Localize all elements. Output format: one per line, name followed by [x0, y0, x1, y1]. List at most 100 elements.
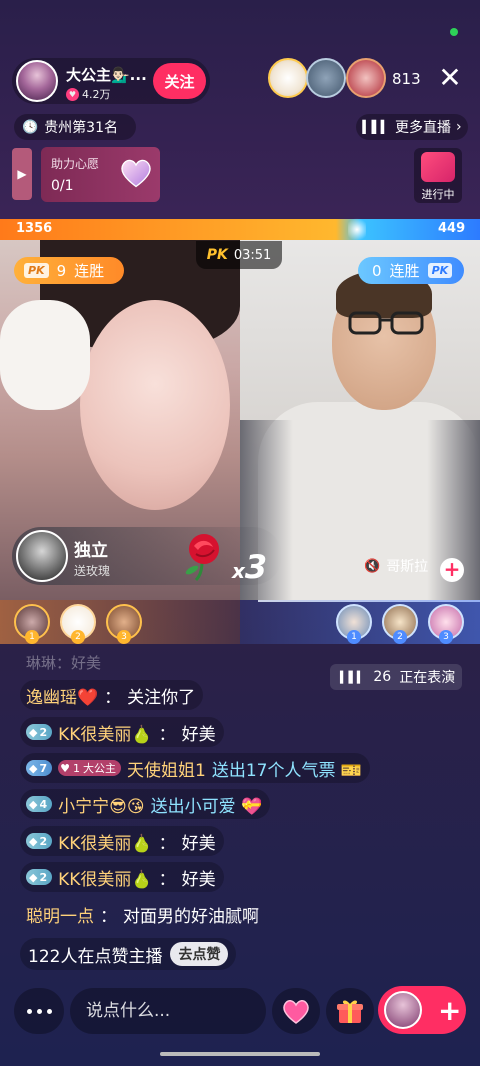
level-badge: ◆ 2	[26, 724, 53, 740]
performing-pill[interactable]: ▍▌▍ 26 正在表演	[330, 664, 462, 690]
rank-label: 贵州第31名	[44, 120, 119, 136]
viewer-avatar-3[interactable]	[346, 58, 386, 98]
chat-username: KK很美丽🍐	[58, 833, 153, 854]
home-indicator[interactable]	[160, 1052, 320, 1056]
viewer-avatar-1[interactable]	[268, 58, 308, 98]
chat-sep: ：	[158, 869, 176, 890]
follow-button[interactable]: 关注	[153, 63, 206, 99]
rank-number: 2	[393, 630, 407, 644]
pk-timer: PK 03:51	[196, 241, 282, 269]
level-number: 4	[39, 797, 48, 811]
clock-icon: 🕓	[22, 119, 39, 135]
chat-message[interactable]: ◆ 2 KK很美丽🍐：好美	[20, 717, 224, 747]
pk-tag-icon: PK	[24, 263, 49, 278]
chat-message[interactable]: ◆ 2 KK很美丽🍐：好美	[20, 862, 224, 892]
follow-right-host-button[interactable]: +	[440, 558, 464, 582]
left-contributor-1[interactable]: 1	[14, 604, 50, 644]
level-badge: ◆ 7	[26, 760, 53, 776]
chat-text: 关注你了	[127, 687, 196, 708]
more-options-button[interactable]	[14, 988, 64, 1034]
rank-number: 2	[71, 630, 85, 644]
close-button[interactable]: ✕	[436, 63, 464, 93]
rank-pill[interactable]: 🕓 贵州第31名	[14, 114, 136, 140]
pk-tag-icon: PK	[427, 263, 453, 278]
bar-chart-icon: ▍▌▍	[362, 120, 391, 134]
right-contributor-1[interactable]: 1	[336, 604, 372, 644]
multiplier-num: 3	[244, 548, 268, 586]
gift-sender-name: 独立	[74, 541, 108, 561]
heart-icon: ♥	[60, 761, 70, 775]
gift-sender-avatar[interactable]	[16, 530, 68, 582]
right-contributor-3[interactable]: 3	[428, 604, 464, 644]
host-name: 大公主💁🏻‍♂️...	[66, 66, 147, 84]
pk-score-left: 1356	[16, 221, 53, 236]
fan-club-name: 大公主	[83, 762, 116, 775]
pk-timer-value: 03:51	[233, 247, 272, 263]
left-streak-badge: PK 9 连胜	[14, 257, 124, 284]
right-contributor-2[interactable]: 2	[382, 604, 418, 644]
viewer-count[interactable]: 813	[392, 70, 421, 88]
expand-arrow-button[interactable]: ▶	[12, 148, 32, 200]
diamond-icon: ◆	[29, 834, 38, 848]
heart-icon: ♥	[66, 87, 79, 101]
comment-input[interactable]: 说点什么...	[70, 988, 266, 1034]
heart-gift-icon	[283, 1000, 309, 1024]
more-live-button[interactable]: ▍▌▍ 更多直播 ›	[356, 114, 468, 140]
more-dots-icon	[26, 1008, 32, 1014]
right-streak-badge: 0 连胜 PK	[358, 257, 464, 284]
right-streak-num: 0	[372, 261, 382, 280]
chat-message[interactable]: 逸幽瑶❤️：关注你了	[20, 680, 204, 710]
chat-message[interactable]: ◆ 4 小宁宁😎😘 送出小可爱 💝	[20, 789, 271, 819]
left-host-face	[80, 300, 230, 510]
chat-sep: ：	[100, 906, 117, 927]
pk-logo: PK	[206, 247, 228, 263]
fan-club-badge: ♥ 1 大公主	[58, 760, 121, 776]
chat-username: 逸幽瑶❤️	[26, 687, 99, 708]
level-number: 2	[39, 834, 48, 848]
more-live-label: 更多直播	[395, 120, 452, 136]
level-number: 2	[39, 725, 48, 739]
left-streak-label: 连胜	[74, 262, 105, 280]
chat-sep: ：	[158, 833, 176, 854]
left-streak-num: 9	[56, 261, 67, 280]
left-contributor-3[interactable]: 3	[106, 604, 142, 644]
pk-score-right: 449	[438, 221, 466, 236]
rank-number: 3	[439, 630, 453, 644]
viewer-avatar-2[interactable]	[306, 58, 346, 98]
chat-faded-line: 琳琳：好美	[26, 654, 102, 672]
join-button[interactable]: +	[378, 986, 466, 1034]
more-dots-icon	[36, 1008, 42, 1014]
in-progress-avatar	[421, 152, 455, 182]
chat-username: 天使姐姐1	[127, 760, 206, 781]
mute-icon: 🔇	[364, 558, 381, 574]
chat-message[interactable]: ◆ 2 KK很美丽🍐：好美	[20, 826, 224, 856]
chat-username: 小宁宁😎😘	[58, 796, 145, 817]
gift-multiplier: x3	[232, 548, 267, 586]
go-like-button[interactable]: 去点赞	[170, 942, 229, 966]
level-badge: ◆ 2	[26, 869, 53, 885]
gift-desc: 送玫瑰	[74, 564, 111, 578]
right-host-label: 🔇 哥斯拉	[364, 556, 428, 576]
plus-icon: +	[438, 993, 462, 1027]
multiplier-x: x	[232, 559, 245, 583]
chevron-right-icon: ›	[456, 119, 462, 135]
gift-box-icon	[337, 1000, 363, 1023]
gift-button[interactable]	[326, 988, 374, 1034]
chat-message[interactable]: ◆ 7 ♥ 1 大公主 天使姐姐1 送出17个人气票 🎫	[20, 753, 371, 783]
rank-number: 1	[25, 630, 39, 644]
right-streak-label: 连胜	[389, 262, 420, 280]
likes-prompt: 122人在点赞主播 去点赞	[20, 938, 237, 970]
diamond-icon: ◆	[29, 797, 38, 811]
diamond-icon: ◆	[29, 870, 38, 884]
chat-text: 好美	[181, 724, 216, 745]
left-contributor-2[interactable]: 2	[60, 604, 96, 644]
host-fans: ♥ 4.2万	[66, 86, 111, 102]
level-number: 7	[39, 761, 48, 775]
rank-number: 3	[117, 630, 131, 644]
pk-spark	[348, 216, 366, 243]
chat-message[interactable]: 聪明一点 ： 对面男的好油腻啊	[20, 899, 267, 929]
host-fans-count: 4.2万	[82, 88, 111, 101]
chat-text: 送出小可爱 💝	[150, 796, 263, 817]
heart-gift-button[interactable]	[272, 988, 320, 1034]
host-avatar[interactable]	[16, 60, 58, 102]
